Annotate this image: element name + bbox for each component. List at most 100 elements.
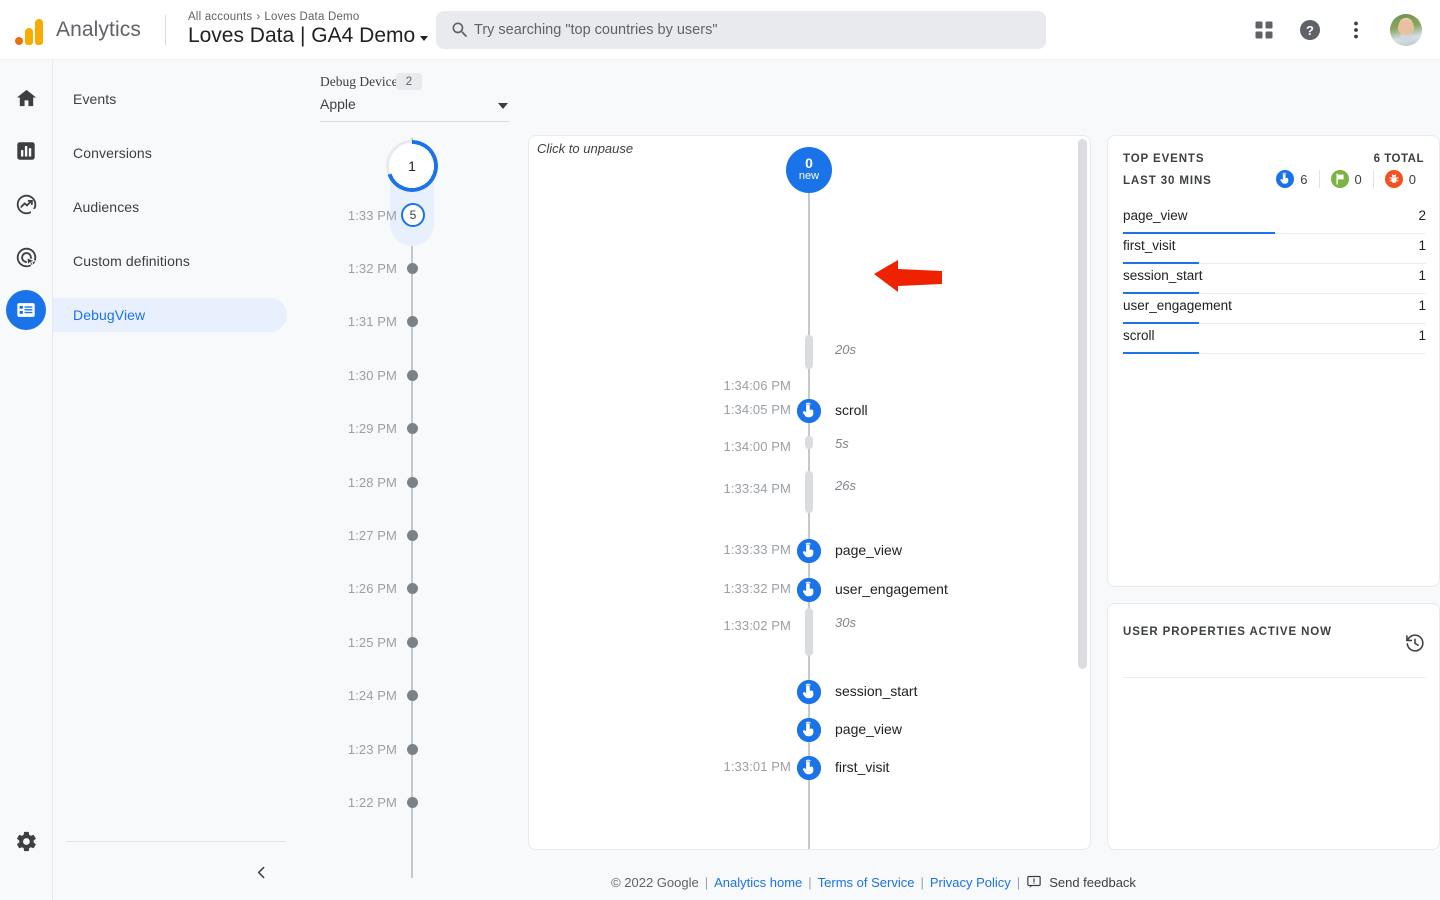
minute-dot[interactable]: [407, 263, 418, 274]
collapse-nav-button[interactable]: [247, 858, 275, 886]
minute-row[interactable]: 1:22 PM: [307, 792, 527, 812]
search-bar[interactable]: [436, 11, 1046, 49]
event-timestamp: 1:34:00 PM: [529, 436, 791, 458]
event-row[interactable]: 1:33:33 PMpage_view: [529, 539, 1091, 561]
minute-row[interactable]: 1:30 PM: [307, 365, 527, 385]
debug-device-value: Apple: [320, 96, 356, 112]
sidebar-item-admin[interactable]: [6, 821, 46, 861]
event-stream-axis: [808, 178, 810, 850]
tap-event-icon[interactable]: [797, 539, 821, 563]
separator: |: [808, 875, 811, 890]
minute-row[interactable]: 1:27 PM: [307, 525, 527, 545]
event-row[interactable]: 1:34:05 PMscroll: [529, 399, 1091, 421]
minute-dot[interactable]: [407, 744, 418, 755]
minute-dot[interactable]: [407, 423, 418, 434]
minute-label: 1:28 PM: [307, 475, 405, 490]
analytics-logo-icon: [14, 15, 44, 45]
sidebar-item-debugview[interactable]: DebugView: [53, 298, 287, 332]
top-event-count: 1: [1418, 268, 1426, 283]
pause-toggle-hint[interactable]: Click to unpause: [537, 141, 633, 156]
minute-label: 1:30 PM: [307, 368, 405, 383]
tap-event-icon[interactable]: [797, 756, 821, 780]
minute-count-bubble[interactable]: 5: [401, 203, 425, 227]
event-name[interactable]: user_engagement: [835, 578, 948, 600]
minute-row[interactable]: 1:23 PM: [307, 739, 527, 759]
event-counter: 0: [1373, 170, 1427, 188]
top-events-total: 6 TOTAL: [1374, 153, 1424, 165]
top-event-row[interactable]: session_start1: [1123, 264, 1426, 294]
minute-row[interactable]: 1:32 PM: [307, 258, 527, 278]
tap-event-icon[interactable]: [797, 680, 821, 704]
sidebar-item-audiences[interactable]: Audiences: [53, 190, 287, 224]
event-name[interactable]: page_view: [835, 718, 902, 740]
minute-row[interactable]: 1:33 PM5: [307, 205, 527, 225]
minute-dot[interactable]: [407, 477, 418, 488]
sidebar-item-configure[interactable]: [6, 290, 46, 330]
event-name[interactable]: page_view: [835, 539, 902, 561]
top-event-row[interactable]: first_visit1: [1123, 234, 1426, 264]
minute-label: 1:26 PM: [307, 581, 405, 596]
time-gap-bar: [805, 436, 813, 449]
minute-dot[interactable]: [407, 797, 418, 808]
event-row[interactable]: 1:33:32 PMuser_engagement: [529, 578, 1091, 600]
top-event-row[interactable]: page_view2: [1123, 204, 1426, 234]
minute-dot[interactable]: [407, 370, 418, 381]
debug-device-select[interactable]: Apple: [320, 96, 510, 122]
avatar[interactable]: [1390, 14, 1422, 46]
minute-dot[interactable]: [407, 690, 418, 701]
property-name: Loves Data | GA4 Demo: [188, 24, 415, 48]
property-selector[interactable]: Loves Data | GA4 Demo: [188, 24, 428, 48]
tap-event-icon[interactable]: [797, 399, 821, 423]
event-timestamp: 1:33:02 PM: [529, 615, 791, 637]
event-name[interactable]: scroll: [835, 399, 868, 421]
sidebar-item-advertising[interactable]: [6, 237, 46, 277]
sidebar-item-custom-definitions[interactable]: Custom definitions: [53, 244, 287, 278]
new-events-badge[interactable]: 0 new: [786, 147, 832, 193]
minute-dot[interactable]: [407, 583, 418, 594]
footer-link-privacy[interactable]: Privacy Policy: [930, 875, 1011, 890]
top-events-card: TOP EVENTS 6 TOTAL LAST 30 MINS 600 page…: [1107, 135, 1440, 587]
minute-row[interactable]: 1:26 PM: [307, 579, 527, 599]
minute-row[interactable]: 1:24 PM: [307, 686, 527, 706]
top-event-row[interactable]: scroll1: [1123, 324, 1426, 354]
event-stream-card: Click to unpause 0 new 20s1:34:06 PM1:34…: [528, 135, 1091, 850]
sidebar-item-explore[interactable]: [6, 184, 46, 224]
minute-row[interactable]: 1:25 PM: [307, 632, 527, 652]
help-icon[interactable]: ?: [1298, 18, 1322, 42]
event-row[interactable]: page_view: [529, 718, 1091, 740]
bug-icon: [1385, 170, 1403, 188]
tap-event-icon[interactable]: [797, 718, 821, 742]
footer-link-terms[interactable]: Terms of Service: [818, 875, 915, 890]
event-stream-scrollbar[interactable]: [1078, 139, 1087, 669]
minute-row[interactable]: 1:31 PM: [307, 312, 527, 332]
event-row[interactable]: 1:33:01 PMfirst_visit: [529, 756, 1091, 778]
event-row[interactable]: session_start: [529, 680, 1091, 702]
breadcrumb-root[interactable]: All accounts: [188, 11, 252, 23]
breadcrumb-account[interactable]: Loves Data Demo: [264, 11, 359, 23]
tap-event-icon[interactable]: [797, 578, 821, 602]
sidebar-item-home[interactable]: [6, 78, 46, 118]
advertising-icon: [15, 246, 38, 269]
reports-icon: [15, 140, 37, 162]
sidebar-item-reports[interactable]: [6, 131, 46, 171]
current-minute-bubble[interactable]: 1: [386, 140, 438, 192]
history-icon[interactable]: [1404, 632, 1426, 659]
top-event-row[interactable]: user_engagement1: [1123, 294, 1426, 324]
send-feedback-button[interactable]: Send feedback: [1026, 874, 1136, 890]
minute-dot[interactable]: [407, 637, 418, 648]
minute-row[interactable]: 1:28 PM: [307, 472, 527, 492]
search-input[interactable]: [474, 22, 1004, 38]
minute-dot[interactable]: [407, 316, 418, 327]
sidebar-item-conversions[interactable]: Conversions: [53, 136, 287, 170]
minute-row[interactable]: 1:29 PM: [307, 419, 527, 439]
event-name[interactable]: first_visit: [835, 756, 889, 778]
event-name[interactable]: session_start: [835, 680, 917, 702]
counter-value: 0: [1355, 172, 1362, 187]
minute-dot[interactable]: [407, 530, 418, 541]
more-vert-icon[interactable]: [1344, 18, 1368, 42]
time-gap-label: 20s: [835, 342, 856, 357]
apps-grid-icon[interactable]: [1252, 18, 1276, 42]
footer-link-analytics-home[interactable]: Analytics home: [714, 875, 802, 890]
divider: [1123, 677, 1426, 678]
sidebar-item-events[interactable]: Events: [53, 82, 287, 116]
